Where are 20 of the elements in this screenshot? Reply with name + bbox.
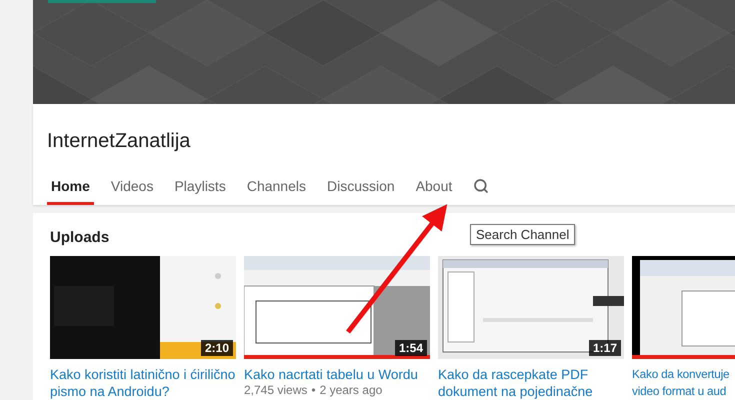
video-title[interactable]: Kako nacrtati tabelu u Wordu [244, 366, 418, 383]
duration-badge: 1:54 [394, 340, 427, 356]
search-icon [473, 178, 490, 194]
tab[interactable]: Home [47, 169, 94, 205]
channel-name: InternetZanatlija [47, 130, 190, 153]
tooltip: Search Channel [470, 224, 576, 245]
view-count: 2,745 views [244, 383, 308, 397]
tab[interactable]: Discussion [322, 169, 399, 205]
upload-age: 2 years ago [320, 383, 382, 397]
tab[interactable]: Videos [106, 169, 158, 205]
video-title[interactable]: Kako da konvertuje video format u aud [632, 366, 730, 400]
video-title[interactable]: Kako da rascepkate PDF dokument na pojedinačne [438, 366, 593, 400]
section-title: Uploads [50, 229, 110, 246]
duration-badge: 1:17 [588, 340, 621, 356]
duration-badge: 2:10 [200, 340, 233, 356]
video-title[interactable]: Kako koristiti latinično i ćirilično pismo na Androidu? [50, 366, 236, 400]
tab[interactable]: About [412, 169, 456, 205]
tab[interactable]: Channels [242, 169, 310, 205]
tab[interactable]: Playlists [170, 169, 230, 205]
separator-dot: • [311, 383, 316, 397]
